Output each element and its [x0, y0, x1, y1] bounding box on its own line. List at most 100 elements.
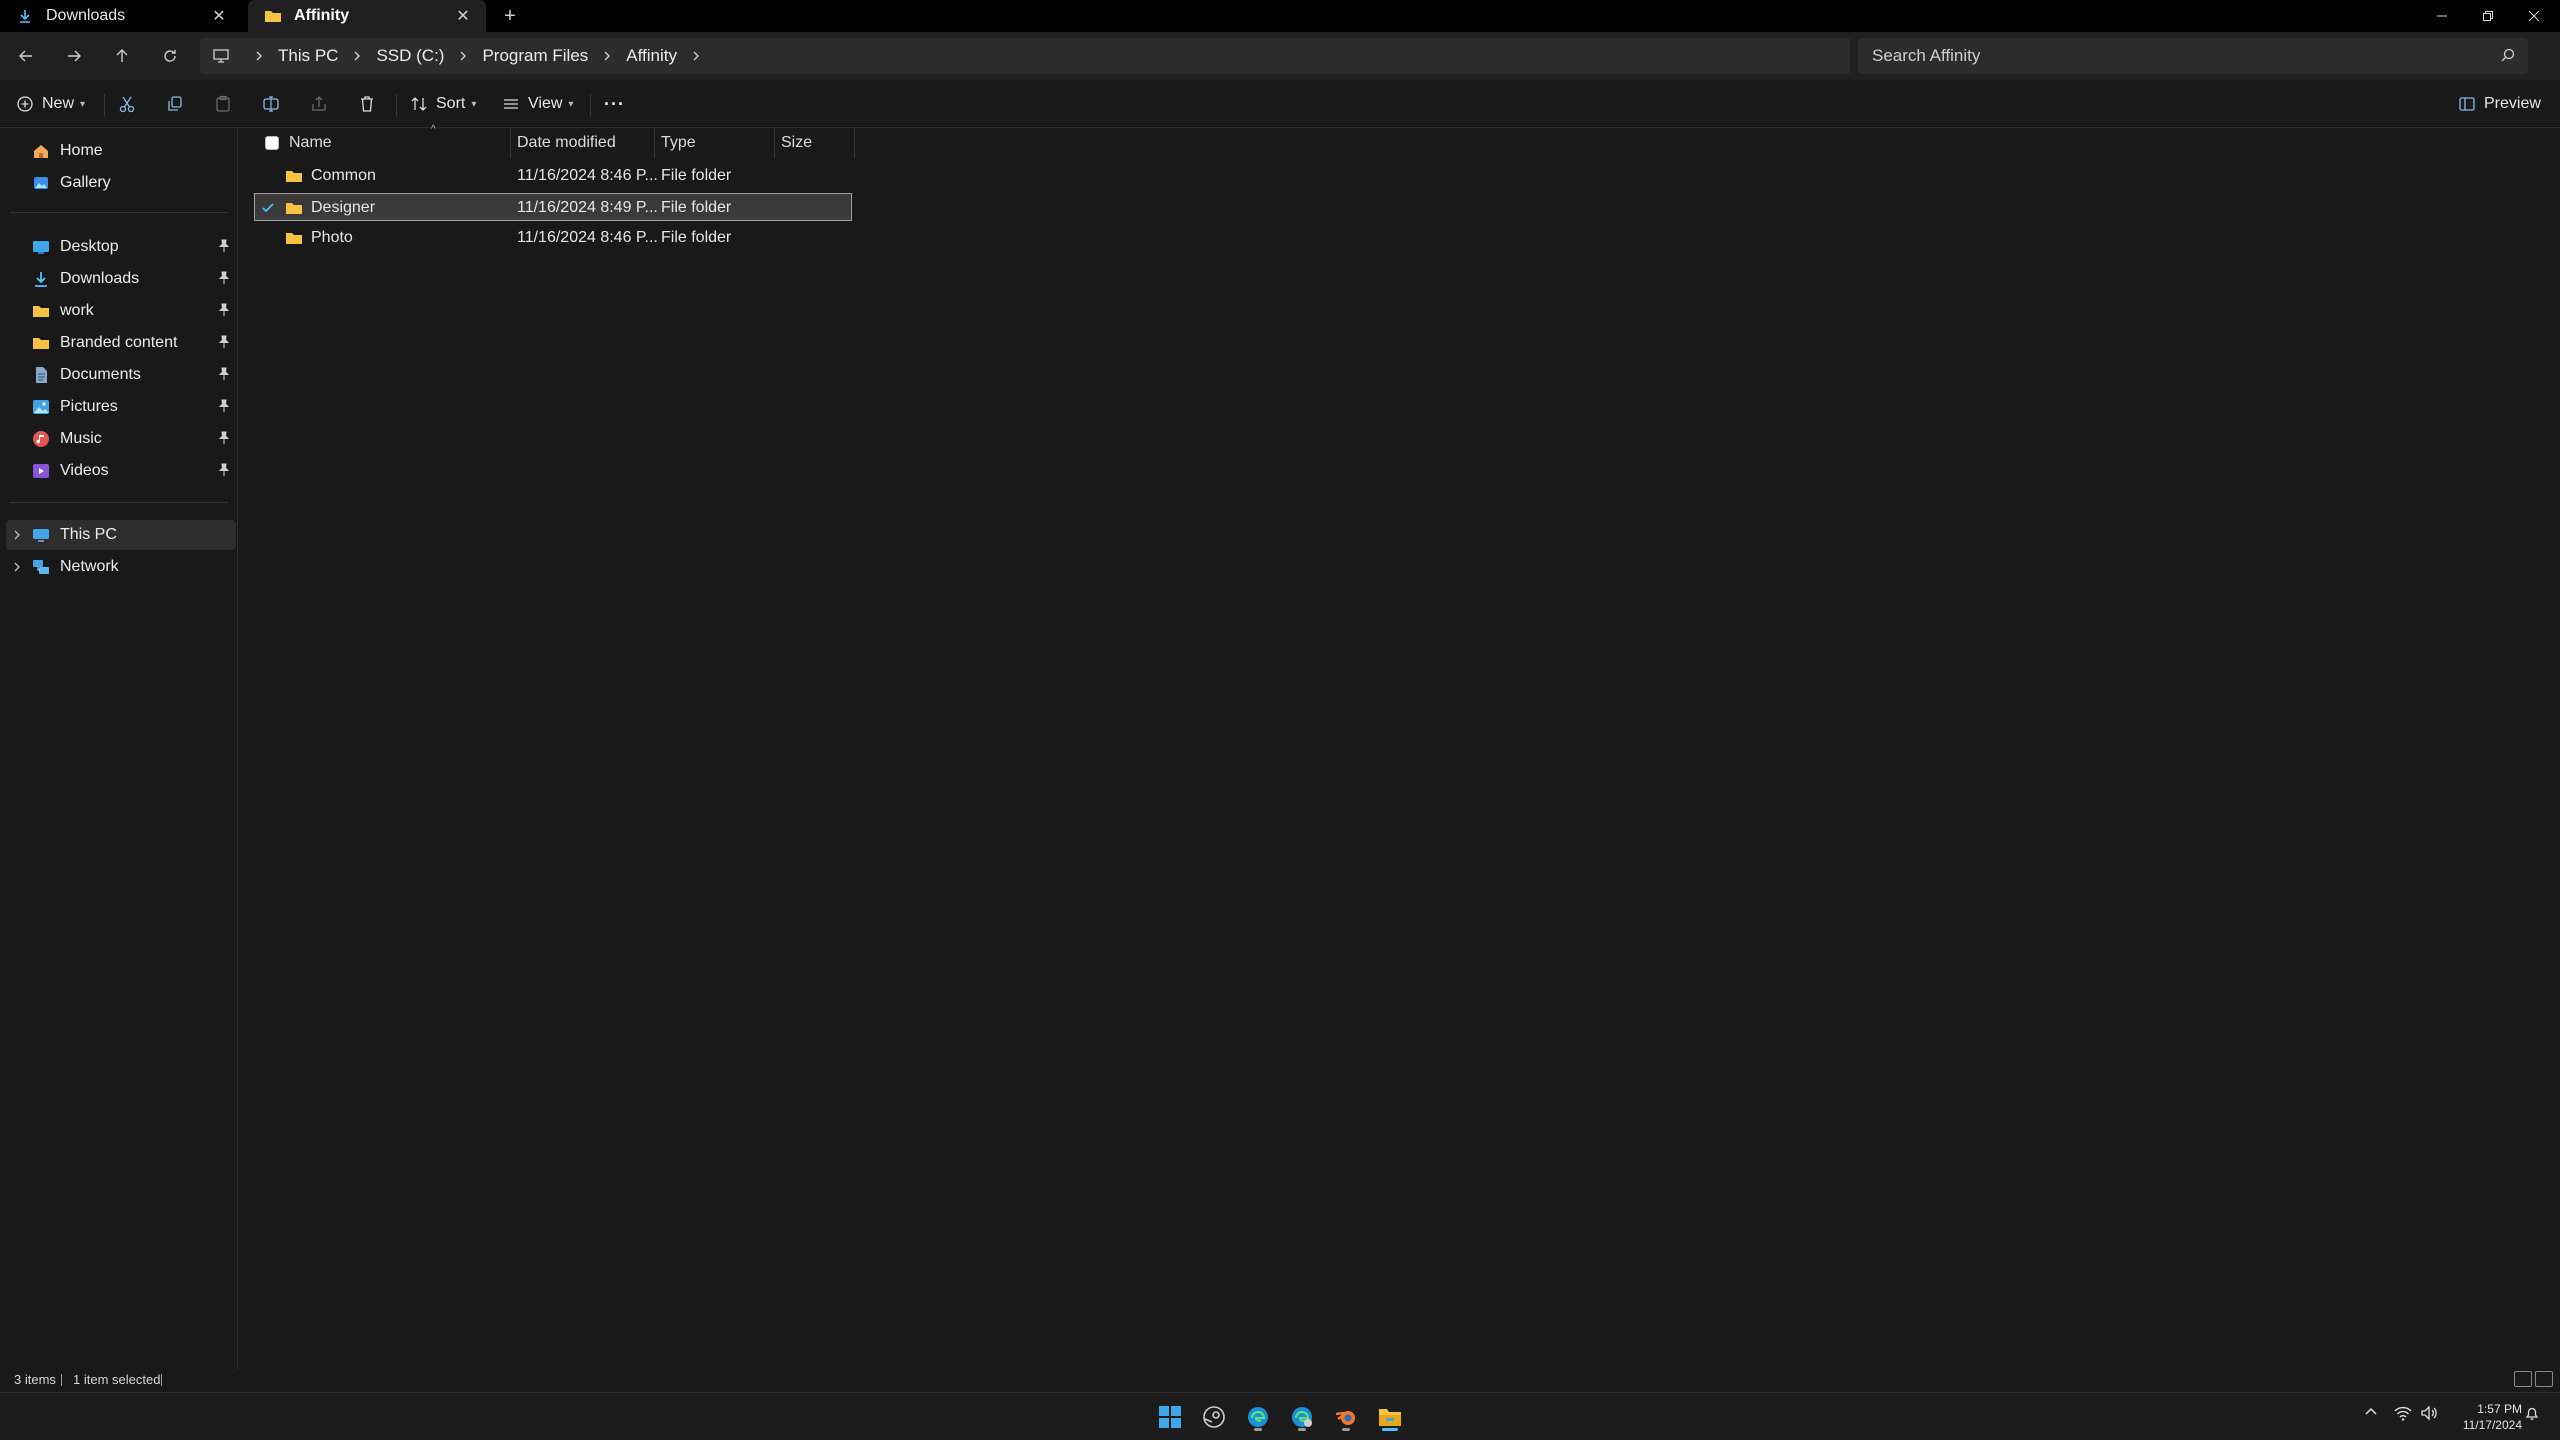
chevron-right-icon[interactable]	[602, 50, 612, 62]
notifications-button[interactable]	[2524, 1405, 2540, 1421]
sidebar-item-music[interactable]: Music	[6, 424, 236, 454]
restore-button[interactable]	[2466, 0, 2510, 32]
column-header-date-modified[interactable]: Date modified	[517, 128, 657, 158]
search-input[interactable]: Search Affinity	[1858, 38, 2528, 74]
breadcrumb-affinity[interactable]: Affinity	[626, 46, 677, 66]
paste-icon	[216, 95, 230, 112]
bell-icon	[2525, 1407, 2539, 1420]
trash-icon	[361, 96, 373, 112]
more-options-button[interactable]: ···	[604, 92, 625, 116]
back-button[interactable]	[14, 44, 38, 68]
pin-icon[interactable]	[218, 399, 230, 418]
sidebar-item-videos[interactable]: Videos	[6, 456, 236, 486]
column-header-size[interactable]: Size	[781, 128, 851, 158]
chevron-right-icon[interactable]	[352, 50, 362, 62]
taskbar-app-edge[interactable]	[1242, 1401, 1274, 1433]
sidebar-item-branded-content[interactable]: Branded content	[6, 328, 236, 358]
breadcrumb-program-files[interactable]: Program Files	[482, 46, 588, 66]
sidebar-item-gallery[interactable]: Gallery	[6, 168, 236, 198]
sidebar-item-downloads[interactable]: Downloads	[6, 264, 236, 294]
sidebar-item-desktop[interactable]: Desktop	[6, 232, 236, 262]
plus-circle-icon	[17, 96, 33, 112]
details-view-toggle[interactable]	[2514, 1371, 2532, 1387]
column-divider[interactable]	[510, 128, 511, 158]
file-size	[781, 194, 841, 222]
folder-icon	[285, 200, 303, 216]
sidebar-item-network[interactable]: Network	[6, 552, 236, 582]
share-button[interactable]	[310, 92, 328, 116]
pin-icon[interactable]	[218, 335, 230, 354]
system-clock[interactable]: 1:57 PM 11/17/2024	[2452, 1401, 2522, 1433]
close-icon[interactable]: ✕	[210, 7, 228, 25]
taskbar-app-file-explorer[interactable]	[1374, 1401, 1406, 1433]
column-header-type[interactable]: Type	[661, 128, 771, 158]
breadcrumb-this-pc[interactable]: This PC	[278, 46, 338, 66]
select-all-checkbox[interactable]	[265, 136, 279, 150]
network-tray-button[interactable]	[2394, 1405, 2412, 1421]
table-row[interactable]: Common 11/16/2024 8:46 P... File folder	[255, 162, 855, 190]
table-row[interactable]: Photo 11/16/2024 8:46 P... File folder	[255, 224, 855, 252]
column-divider[interactable]	[774, 128, 775, 158]
pin-icon[interactable]	[218, 239, 230, 258]
share-icon	[312, 96, 326, 111]
up-button[interactable]	[110, 44, 134, 68]
new-tab-button[interactable]: +	[498, 6, 522, 26]
taskbar: 1:57 PM 11/17/2024	[0, 1392, 2560, 1440]
pin-icon[interactable]	[218, 367, 230, 386]
sidebar-item-pictures[interactable]: Pictures	[6, 392, 236, 422]
file-date: 11/16/2024 8:49 P...	[517, 199, 657, 216]
column-header-name[interactable]: Name ^	[289, 124, 499, 158]
address-row: This PC SSD (C:) Program Files Affinity …	[0, 32, 2560, 80]
tab-downloads[interactable]: Downloads ✕	[0, 0, 242, 32]
sidebar-item-home[interactable]: Home	[6, 136, 236, 166]
file-size	[781, 224, 841, 252]
close-icon[interactable]: ✕	[454, 7, 472, 25]
column-divider[interactable]	[654, 128, 655, 158]
sidebar-item-documents[interactable]: Documents	[6, 360, 236, 390]
cut-button[interactable]	[118, 92, 136, 116]
sidebar-divider	[10, 502, 228, 503]
chevron-down-icon: ▾	[80, 98, 86, 110]
checkmark-icon[interactable]	[261, 201, 275, 215]
delete-button[interactable]	[358, 92, 376, 116]
chevron-up-icon	[2365, 1407, 2377, 1415]
pin-icon[interactable]	[218, 431, 230, 450]
sidebar-item-label: Desktop	[60, 238, 119, 255]
tab-affinity[interactable]: Affinity ✕	[248, 0, 486, 32]
minimize-icon	[2437, 15, 2447, 17]
paste-button[interactable]	[214, 92, 232, 116]
sidebar-item-work[interactable]: work	[6, 296, 236, 326]
minimize-button[interactable]	[2420, 0, 2464, 32]
refresh-button[interactable]	[158, 44, 182, 68]
item-count: 3 items	[14, 1372, 56, 1387]
table-row[interactable]: Designer 11/16/2024 8:49 P... File folde…	[254, 193, 852, 221]
folder-icon	[264, 7, 282, 25]
chevron-right-icon[interactable]	[254, 50, 264, 62]
tiles-view-toggle[interactable]	[2535, 1371, 2553, 1387]
view-button[interactable]: View ▾	[502, 92, 573, 116]
search-icon[interactable]	[2500, 47, 2516, 68]
close-window-button[interactable]	[2512, 0, 2556, 32]
pin-icon[interactable]	[218, 463, 230, 482]
copy-button[interactable]	[166, 92, 184, 116]
pin-icon[interactable]	[218, 303, 230, 322]
column-divider[interactable]	[854, 128, 855, 158]
chevron-right-icon[interactable]	[458, 50, 468, 62]
start-button[interactable]	[1154, 1401, 1186, 1433]
new-button[interactable]: New ▾	[16, 92, 85, 116]
rename-button[interactable]	[262, 92, 280, 116]
chevron-right-icon[interactable]	[691, 50, 701, 62]
sort-button[interactable]: Sort ▾	[410, 92, 476, 116]
preview-button[interactable]: Preview	[2458, 92, 2541, 116]
volume-tray-button[interactable]	[2420, 1405, 2438, 1421]
breadcrumb-ssd[interactable]: SSD (C:)	[376, 46, 444, 66]
taskbar-app-steam[interactable]	[1198, 1401, 1230, 1433]
address-bar[interactable]: This PC SSD (C:) Program Files Affinity	[200, 38, 1850, 74]
pin-icon[interactable]	[218, 271, 230, 290]
sidebar-item-this-pc[interactable]: This PC	[6, 520, 236, 550]
taskbar-app-blender[interactable]	[1330, 1401, 1362, 1433]
taskbar-app-edge-profile[interactable]	[1286, 1401, 1318, 1433]
edge-icon	[1292, 1407, 1312, 1427]
forward-button[interactable]	[62, 44, 86, 68]
show-hidden-icons-button[interactable]	[2364, 1405, 2378, 1419]
